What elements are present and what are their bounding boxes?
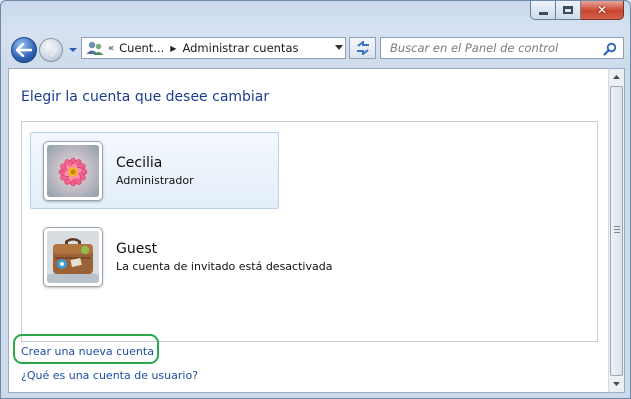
minimize-button[interactable] (530, 1, 556, 20)
chevron-down-icon (334, 45, 343, 50)
scroll-thumb[interactable] (610, 86, 623, 376)
avatar (43, 227, 103, 287)
breadcrumb-arrow-icon[interactable]: ▶ (170, 44, 176, 53)
breadcrumb-current[interactable]: Administrar cuentas (182, 41, 298, 55)
user-accounts-icon (86, 41, 104, 55)
account-role: Administrador (116, 173, 194, 187)
back-arrow-icon (16, 43, 32, 57)
account-name: Cecilia (116, 154, 163, 171)
accounts-list: Cecilia Administrador Guest La cuenta de… (21, 121, 598, 342)
account-tile-guest[interactable]: Guest La cuenta de invitado está desacti… (30, 222, 332, 292)
account-name: Guest (116, 241, 158, 257)
address-overflow[interactable]: « (108, 43, 114, 54)
account-role: La cuenta de invitado está desactivada (116, 260, 333, 273)
arrow-down-icon (613, 382, 620, 386)
breadcrumb-parent[interactable]: Cuent... (119, 41, 164, 55)
address-dropdown[interactable] (331, 38, 345, 58)
chevron-down-icon (69, 48, 77, 52)
search-box[interactable] (380, 37, 624, 59)
account-text: Guest La cuenta de invitado está desacti… (116, 241, 332, 273)
caption-buttons: ✕ (530, 1, 624, 20)
forward-arrow-icon (44, 44, 58, 56)
scroll-down-button[interactable] (609, 376, 624, 392)
what-is-account-link[interactable]: ¿Qué es una cuenta de usuario? (21, 369, 198, 382)
search-input[interactable] (390, 41, 600, 55)
flower-avatar-icon (47, 144, 99, 197)
page-title: Elegir la cuenta que desee cambiar (21, 89, 270, 105)
account-text: Cecilia Administrador (116, 155, 194, 187)
briefcase-avatar-icon (47, 231, 99, 283)
arrow-up-icon (613, 75, 620, 79)
close-icon: ✕ (596, 3, 608, 17)
maximize-icon (563, 6, 573, 14)
close-button[interactable]: ✕ (581, 1, 624, 20)
vertical-scrollbar[interactable] (608, 68, 625, 393)
forward-button[interactable] (39, 38, 63, 62)
refresh-button[interactable] (349, 37, 376, 59)
maximize-button[interactable] (556, 1, 581, 20)
back-button[interactable] (11, 37, 37, 63)
refresh-icon (356, 41, 369, 55)
control-panel-window: ✕ « Cuent... ▶ Administrar cuentas Busca… (0, 0, 631, 399)
grip-icon (614, 226, 620, 234)
recent-pages-dropdown[interactable] (67, 41, 79, 57)
account-tile-cecilia[interactable]: Cecilia Administrador (30, 132, 279, 209)
content-pane: Elegir la cuenta que desee cambiar Cecil… (8, 68, 608, 393)
avatar (43, 140, 103, 201)
minimize-icon (538, 11, 548, 15)
create-account-link[interactable]: Crear una nueva cuenta (21, 345, 154, 358)
address-bar[interactable]: « Cuent... ▶ Administrar cuentas (81, 37, 346, 59)
scroll-up-button[interactable] (609, 69, 624, 85)
search-icon[interactable] (603, 42, 617, 56)
